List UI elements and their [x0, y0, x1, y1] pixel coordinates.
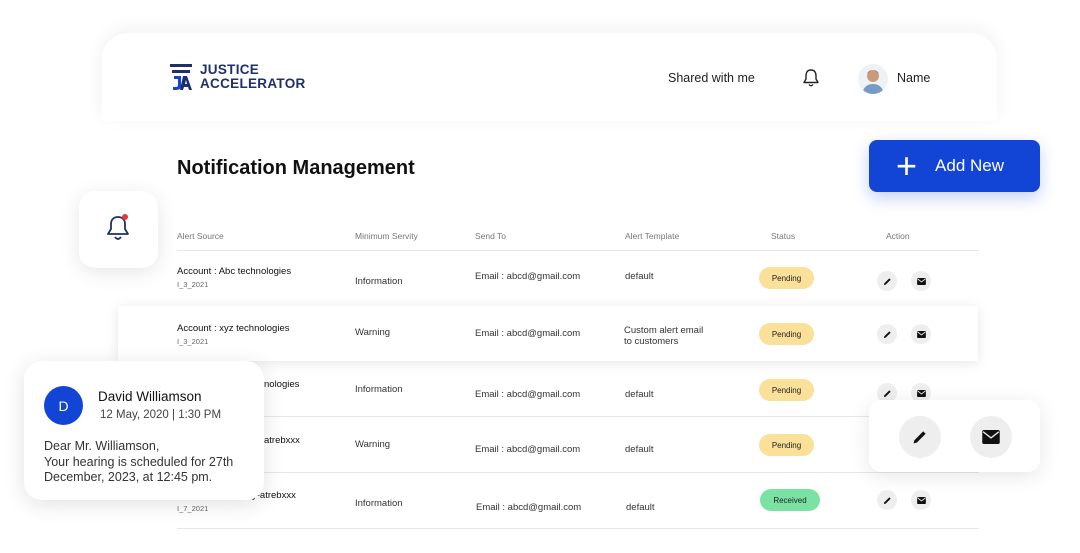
row-template: Custom alert email to customers: [624, 325, 704, 347]
row-severity: Warning: [355, 439, 391, 450]
mail-button[interactable]: [911, 324, 931, 344]
col-header-action: Action: [886, 231, 910, 241]
row-send-to: Email : abcd@gmail.com: [475, 389, 581, 400]
row-source: Account : xyz technologies: [177, 323, 290, 334]
status-badge: Pending: [759, 323, 814, 345]
envelope-icon: [916, 330, 926, 338]
edit-button[interactable]: [877, 271, 897, 291]
row-send-to: Email : abcd@gmail.com: [475, 271, 581, 282]
action-card: [869, 400, 1040, 472]
row-send-to: Email : abcd@gmail.com: [476, 502, 582, 513]
add-new-button[interactable]: + Add New: [869, 140, 1040, 192]
page-title: Notification Management: [177, 157, 415, 179]
col-header-alert-source: Alert Source: [177, 231, 224, 241]
row-source: atrebxxx: [264, 435, 300, 446]
user-name[interactable]: Name: [897, 71, 930, 85]
col-header-send-to: Send To: [475, 231, 507, 241]
pencil-icon: [883, 330, 891, 338]
app-logo[interactable]: JUSTICE ACCELERATOR: [170, 62, 306, 92]
envelope-icon: [916, 277, 926, 285]
bell-icon: [107, 214, 129, 240]
sender-name: David Williamson: [98, 389, 202, 404]
message-body: Dear Mr. Williamson, Your hearing is sch…: [44, 439, 234, 484]
row-template: default: [626, 502, 655, 513]
envelope-icon: [916, 389, 926, 397]
row-divider: [177, 472, 979, 473]
row-severity: Information: [355, 384, 403, 395]
message-card[interactable]: D David Williamson 12 May, 2020 | 1:30 P…: [24, 361, 264, 500]
shared-with-me-link[interactable]: Shared with me: [668, 71, 755, 85]
row-id: I_3_2021: [177, 280, 209, 289]
row-severity: Warning: [355, 327, 391, 338]
logo-mark-icon: [170, 64, 192, 90]
pencil-icon: [883, 496, 891, 504]
pencil-icon: [913, 431, 926, 444]
row-id: I_3_2021: [177, 337, 209, 346]
col-header-alert-template: Alert Template: [625, 231, 680, 241]
envelope-icon: [982, 430, 1000, 444]
row-source: nologies: [264, 379, 300, 390]
message-date: 12 May, 2020 | 1:30 PM: [100, 409, 222, 421]
envelope-icon: [916, 496, 926, 504]
user-avatar[interactable]: [858, 64, 888, 94]
logo-text-line1: JUSTICE: [200, 62, 260, 77]
status-badge: Received: [760, 489, 820, 511]
status-badge: Pending: [759, 267, 814, 289]
row-template: default: [625, 389, 654, 400]
mail-button[interactable]: [911, 490, 931, 510]
row-divider: [177, 528, 979, 529]
plus-icon: +: [896, 145, 918, 186]
row-divider: [177, 416, 979, 417]
edit-button[interactable]: [877, 324, 897, 344]
sender-avatar: D: [44, 386, 83, 425]
row-template: default: [625, 444, 654, 455]
col-header-status: Status: [771, 231, 796, 241]
mail-button[interactable]: [911, 271, 931, 291]
row-template: default: [625, 271, 654, 282]
edit-button[interactable]: [877, 490, 897, 510]
notification-bell-card[interactable]: [79, 191, 158, 268]
person-icon: [862, 70, 884, 94]
row-severity: Information: [355, 276, 403, 287]
status-badge: Pending: [759, 379, 814, 401]
mail-button-large[interactable]: [970, 416, 1012, 458]
row-source: Account : Abc technologies: [177, 266, 292, 277]
row-severity: Information: [355, 498, 403, 509]
top-header: JUSTICE ACCELERATOR Shared with me Name: [102, 33, 997, 121]
status-badge: Pending: [759, 434, 814, 456]
pencil-icon: [883, 277, 891, 285]
pencil-icon: [883, 389, 891, 397]
row-divider: [177, 250, 979, 251]
edit-button-large[interactable]: [899, 416, 941, 458]
bell-icon[interactable]: [802, 68, 820, 88]
row-id: I_7_2021: [177, 504, 209, 513]
col-header-minimum-severity: Minimum Servity: [355, 231, 418, 241]
add-new-label: Add New: [935, 156, 1005, 175]
logo-text-line2: ACCELERATOR: [200, 76, 306, 91]
row-send-to: Email : abcd@gmail.com: [475, 444, 581, 455]
row-send-to: Email : abcd@gmail.com: [475, 328, 581, 339]
